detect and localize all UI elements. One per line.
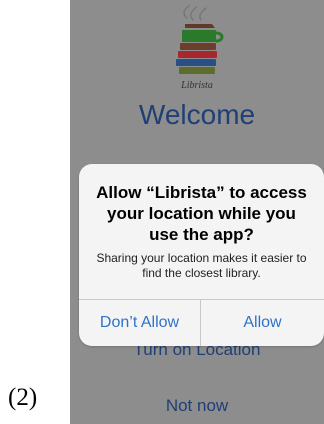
book-stack-cup-logo: Librista <box>176 5 224 91</box>
phone-screen: Librista Welcome Turn on Location Not no… <box>70 0 324 424</box>
figure-label: (2) <box>8 384 38 411</box>
not-now-button[interactable]: Not now <box>70 397 324 414</box>
alert-title: Allow “Librista” to access your location… <box>96 183 307 244</box>
alert-message: Sharing your location makes it easier to… <box>96 251 307 281</box>
allow-button[interactable]: Allow <box>201 300 324 346</box>
location-permission-alert: Allow “Librista” to access your location… <box>79 164 324 346</box>
figure-container: (2) Librista Welcome Turn on Location No… <box>0 0 324 424</box>
dont-allow-button[interactable]: Don’t Allow <box>79 300 200 346</box>
logo-text: Librista <box>180 80 213 91</box>
welcome-title: Welcome <box>138 99 256 130</box>
